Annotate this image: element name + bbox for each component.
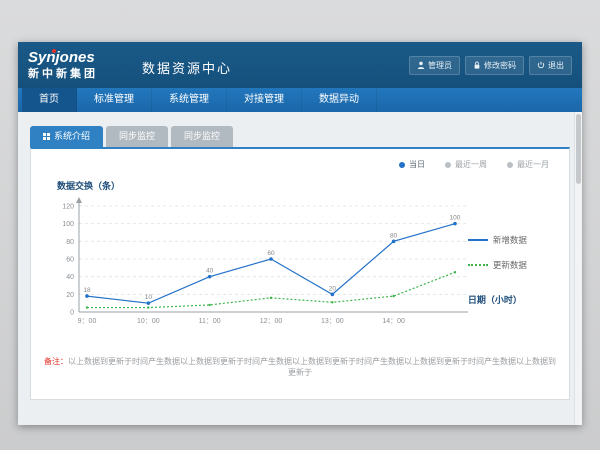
svg-text:12：00: 12：00 [260, 318, 283, 325]
admin-user-label: 管理员 [428, 60, 452, 71]
series-legend: 新增数据 更新数据 日期（小时） [468, 194, 557, 334]
svg-text:11：00: 11：00 [199, 318, 221, 325]
svg-text:40: 40 [66, 274, 74, 281]
grid-icon [43, 133, 50, 140]
time-range-legend: 当日 最近一周 最近一月 [399, 159, 549, 170]
user-icon [417, 61, 425, 69]
content-area: 系统介绍 同步监控 同步监控 当日 最近一周 [18, 112, 582, 425]
brand-logo-text: Synjones [28, 50, 132, 67]
svg-text:60: 60 [267, 250, 275, 257]
change-password-button[interactable]: 修改密码 [465, 56, 524, 75]
brand-logo: Synjones 新中新集团 [28, 50, 132, 80]
page-title: 数据资源中心 [142, 58, 232, 77]
svg-text:100: 100 [450, 215, 461, 222]
window-scrollbar[interactable] [574, 112, 582, 425]
header-actions: 管理员 修改密码 退出 [404, 56, 572, 75]
app-window: Synjones 新中新集团 数据资源中心 管理员 修改密码 [18, 42, 582, 425]
legend-item-today[interactable]: 当日 [399, 159, 425, 170]
nav-item-data-change[interactable]: 数据异动 [302, 88, 377, 112]
chart-row: 0 20 40 60 80 100 120 9：00 10：00 11：00 12：00 13：00 1… [49, 194, 557, 334]
remark-prefix: 备注： [44, 357, 68, 366]
legend-label: 最近一月 [517, 159, 549, 170]
logout-label: 退出 [548, 60, 564, 71]
legend-dot [445, 162, 451, 168]
svg-text:100: 100 [62, 221, 74, 228]
svg-text:20: 20 [329, 285, 337, 292]
series-legend-new-data: 新增数据 [468, 234, 557, 246]
tab-bar: 系统介绍 同步监控 同步监控 [30, 126, 570, 147]
series-legend-update-data: 更新数据 [468, 259, 557, 271]
svg-text:40: 40 [206, 268, 214, 275]
tab-system-intro[interactable]: 系统介绍 [30, 126, 103, 147]
tab-label: 系统介绍 [54, 126, 90, 147]
solid-line-sample [468, 239, 488, 241]
chart-panel: 当日 最近一周 最近一月 数据交换（条） 0 20 40 60 80 100 120 9：00… [30, 147, 570, 400]
nav-item-connect-mgmt[interactable]: 对接管理 [227, 88, 302, 112]
line-chart: 0 20 40 60 80 100 120 9：00 10：00 11：00 12：00 13：00 1… [49, 194, 468, 334]
legend-dot [399, 162, 405, 168]
tab-sync-monitor-1[interactable]: 同步监控 [106, 126, 168, 147]
legend-item-last-month[interactable]: 最近一月 [507, 159, 549, 170]
lock-icon [473, 61, 481, 69]
svg-text:13：00: 13：00 [321, 318, 344, 325]
series-label: 新增数据 [493, 234, 527, 246]
scrollbar-thumb[interactable] [576, 114, 581, 184]
svg-text:80: 80 [390, 232, 398, 239]
tab-label: 同步监控 [119, 126, 155, 147]
svg-text:10: 10 [145, 294, 153, 301]
remark-note: 备注：以上数据到更新于时间产生数据以上数据到更新于时间产生数据以上数据到更新于时… [43, 356, 557, 378]
dotted-line-sample [468, 264, 488, 266]
brand-logo-chinese: 新中新集团 [28, 68, 132, 80]
legend-item-last-week[interactable]: 最近一周 [445, 159, 487, 170]
svg-text:120: 120 [62, 204, 74, 211]
main-nav: 首页 标准管理 系统管理 对接管理 数据异动 [18, 88, 582, 112]
app-header: Synjones 新中新集团 数据资源中心 管理员 修改密码 [18, 42, 582, 88]
tab-sync-monitor-2[interactable]: 同步监控 [171, 126, 233, 147]
svg-text:20: 20 [66, 292, 74, 299]
nav-item-home[interactable]: 首页 [22, 88, 77, 112]
x-axis-title: 日期（小时） [468, 293, 557, 306]
nav-item-system-mgmt[interactable]: 系统管理 [152, 88, 227, 112]
legend-label: 最近一周 [455, 159, 487, 170]
svg-text:14：00: 14：00 [382, 318, 405, 325]
series-label: 更新数据 [493, 259, 527, 271]
legend-label: 当日 [409, 159, 425, 170]
svg-text:10：00: 10：00 [137, 318, 160, 325]
legend-dot [507, 162, 513, 168]
logout-button[interactable]: 退出 [529, 56, 572, 75]
admin-user-button[interactable]: 管理员 [409, 56, 460, 75]
svg-text:18: 18 [83, 287, 91, 294]
svg-text:9：00: 9：00 [78, 318, 97, 325]
svg-text:80: 80 [66, 239, 74, 246]
y-axis-title: 数据交换（条） [57, 179, 557, 192]
svg-text:0: 0 [70, 310, 74, 317]
svg-text:60: 60 [66, 257, 74, 264]
power-icon [537, 61, 545, 69]
change-password-label: 修改密码 [484, 60, 516, 71]
tab-label: 同步监控 [184, 126, 220, 147]
remark-text: 以上数据到更新于时间产生数据以上数据到更新于时间产生数据以上数据到更新于时间产生… [68, 357, 556, 377]
nav-item-standard-mgmt[interactable]: 标准管理 [77, 88, 152, 112]
desktop-background: Synjones 新中新集团 数据资源中心 管理员 修改密码 [0, 0, 600, 450]
